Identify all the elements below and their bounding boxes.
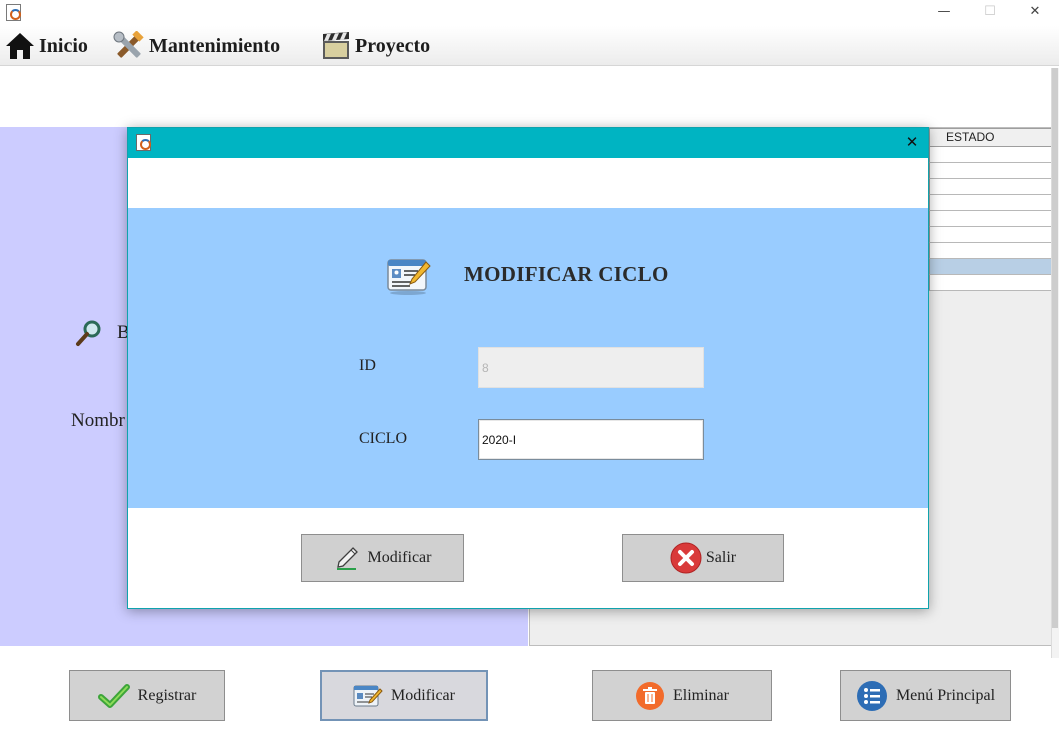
- modify-cycle-dialog: ✕ MODIFICAR CICLO ID CICLO Modificar: [127, 127, 929, 609]
- dialog-close-button[interactable]: ✕: [902, 132, 922, 152]
- modify-button[interactable]: Modificar: [320, 670, 488, 721]
- close-circle-icon: [670, 542, 702, 574]
- name-label: Nombr: [71, 410, 125, 431]
- main-menu-button-label: Menú Principal: [895, 686, 996, 704]
- menu-mantenimiento-label: Mantenimiento: [149, 34, 281, 57]
- close-button[interactable]: ✕: [1020, 2, 1050, 22]
- modify-button-label: Modificar: [391, 686, 455, 704]
- dialog-modify-button-label: Modificar: [367, 549, 432, 566]
- dialog-exit-button-label: Salir: [705, 549, 737, 566]
- menu-inicio[interactable]: Inicio: [5, 30, 88, 62]
- java-app-icon: [136, 134, 151, 151]
- table-row[interactable]: [929, 195, 1056, 211]
- scrollbar-thumb[interactable]: [1052, 68, 1058, 628]
- table-row[interactable]: [929, 227, 1056, 243]
- dialog-modify-button[interactable]: Modificar: [301, 534, 464, 582]
- maximize-button[interactable]: ☐: [975, 2, 1005, 22]
- menu-mantenimiento[interactable]: Mantenimiento: [113, 30, 280, 62]
- id-field: [478, 347, 704, 388]
- table-row[interactable]: [929, 147, 1056, 163]
- checkmark-icon: [97, 683, 130, 708]
- table-row[interactable]: [929, 211, 1056, 227]
- trash-icon: [636, 681, 664, 710]
- dialog-title: MODIFICAR CICLO: [464, 262, 669, 286]
- table-header-estado[interactable]: ESTADO: [929, 128, 1056, 147]
- table-row[interactable]: [929, 259, 1056, 275]
- list-menu-icon: [856, 680, 887, 711]
- table-row[interactable]: [929, 243, 1056, 259]
- minimize-button[interactable]: —: [929, 2, 959, 22]
- dialog-titlebar: ✕: [128, 128, 928, 158]
- java-app-icon: [6, 4, 21, 21]
- search-icon[interactable]: [75, 319, 103, 347]
- edit-form-icon: [353, 685, 383, 706]
- menu-bar: Inicio Mantenimiento Proyecto: [0, 26, 1059, 66]
- menu-proyecto[interactable]: Proyecto: [321, 30, 430, 62]
- clapperboard-icon: [323, 32, 349, 59]
- id-label: ID: [359, 357, 376, 374]
- ciclo-label: CICLO: [359, 430, 407, 447]
- table-row[interactable]: [929, 163, 1056, 179]
- tools-icon: [113, 31, 144, 58]
- menu-proyecto-label: Proyecto: [355, 34, 431, 57]
- menu-inicio-label: Inicio: [39, 34, 88, 57]
- delete-button-label: Eliminar: [673, 686, 729, 704]
- dialog-exit-button[interactable]: Salir: [622, 534, 784, 582]
- home-icon: [6, 33, 34, 59]
- register-button-label: Registrar: [137, 686, 197, 704]
- table-row[interactable]: [929, 179, 1056, 195]
- delete-button[interactable]: Eliminar: [592, 670, 772, 721]
- edit-form-icon: [387, 259, 431, 295]
- main-menu-button[interactable]: Menú Principal: [840, 670, 1011, 721]
- window-titlebar: — ☐ ✕: [0, 0, 1059, 26]
- pencil-icon: [336, 547, 358, 570]
- ciclo-field[interactable]: [478, 419, 704, 460]
- table-row[interactable]: [929, 275, 1056, 291]
- register-button[interactable]: Registrar: [69, 670, 225, 721]
